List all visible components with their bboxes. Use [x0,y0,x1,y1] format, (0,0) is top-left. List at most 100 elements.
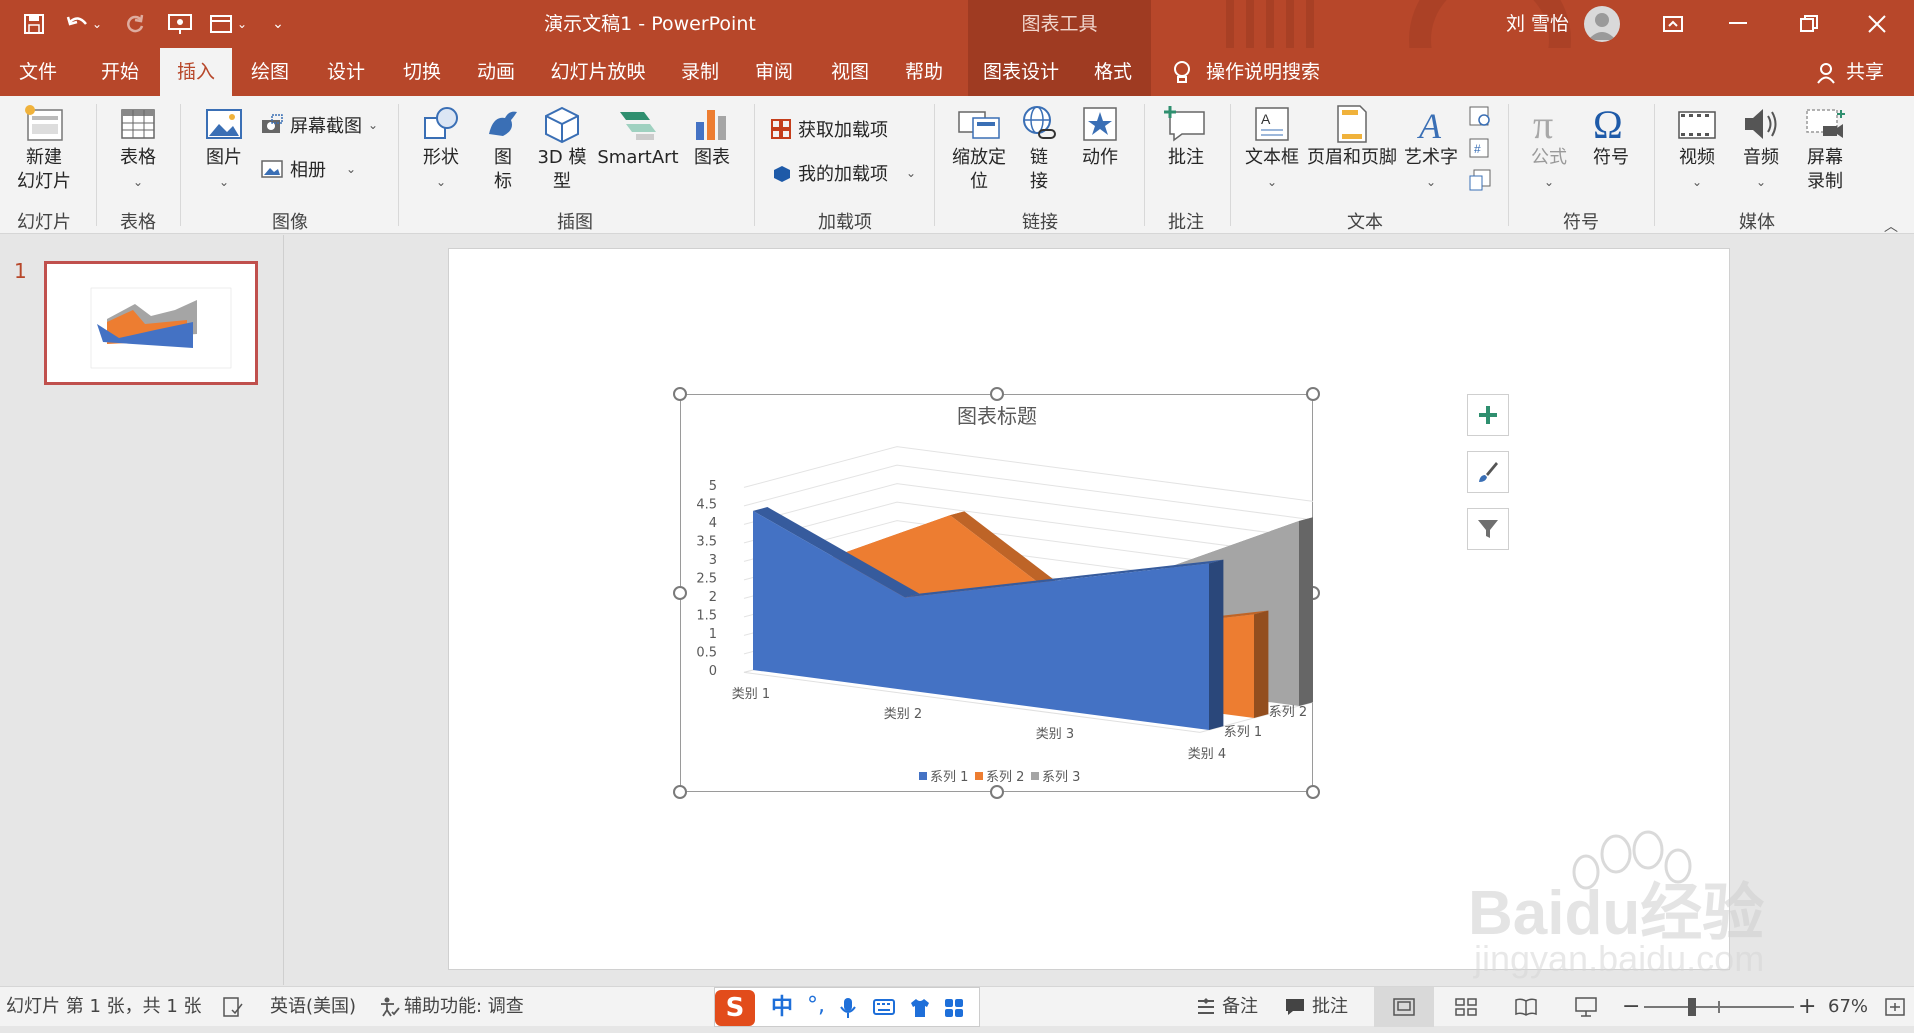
tell-me-search[interactable]: 操作说明搜索 [1206,48,1336,96]
skin-shirt-icon[interactable] [909,997,931,1024]
depth-axis-label: 系列 2 [1269,705,1307,720]
ime-toolbar[interactable]: S 中 °, [714,987,980,1027]
table-button[interactable]: 表格 ⌄ [108,104,168,194]
customize-qat-icon[interactable]: ⌄ [268,10,288,38]
zoom-out-button[interactable]: − [1622,987,1640,1027]
equation-button[interactable]: π 公式 ⌄ [1518,104,1580,194]
wordart-button[interactable]: A 艺术字 ⌄ [1400,104,1462,194]
tab-view[interactable]: 视图 [820,48,880,96]
comments-icon[interactable] [1284,987,1306,1027]
accessibility-icon[interactable] [378,987,400,1027]
3d-models-label: 3D 模 型 [537,147,587,192]
collapse-ribbon-icon[interactable]: ︿ [1884,216,1898,236]
area-chart-3d[interactable]: 0 0.5 1 1.5 2 2.5 3 3.5 4 4.5 5 类别 1 类别 2 类别 3 类别 4 系列 … [681,395,1313,792]
avatar[interactable] [1584,6,1620,42]
legend-swatch [919,772,927,780]
plus-icon [1479,406,1497,424]
textbox-label: 文本框 [1245,147,1299,168]
share-button[interactable]: 共享 [1840,48,1890,96]
header-footer-button[interactable]: 页眉和页脚 [1304,104,1400,170]
y-tick-label: 4 [709,516,717,531]
screen-recording-button[interactable]: 屏幕 录制 [1794,104,1856,194]
chart-elements-button[interactable] [1467,394,1509,436]
my-addins-button[interactable]: 我的加载项 ⌄ [770,160,916,186]
photo-album-button[interactable]: 相册 ⌄ [260,156,356,182]
comment-button[interactable]: 批注 [1156,104,1216,170]
tab-file[interactable]: 文件 [8,48,68,96]
save-icon[interactable] [18,10,50,38]
store-icon [771,119,791,139]
get-addins-button[interactable]: 获取加载项 [770,116,888,142]
smartart-button[interactable]: SmartArt [596,104,680,170]
ime-punctuation-icon[interactable]: °, [807,988,825,1024]
toolbox-grid-icon[interactable] [943,997,965,1024]
fit-slide-icon[interactable] [1884,987,1906,1027]
tab-insert[interactable]: 插入 [160,48,232,98]
zoom-in-button[interactable]: + [1798,987,1816,1027]
tab-record[interactable]: 录制 [670,48,730,96]
group-label-illustrations: 插图 [557,212,593,233]
tab-draw[interactable]: 绘图 [240,48,300,96]
tab-help[interactable]: 帮助 [894,48,954,96]
header-footer-icon [1337,105,1367,143]
ribbon-display-options-icon[interactable] [1656,10,1690,38]
symbol-button[interactable]: Ω 符号 [1580,104,1642,170]
zoom-slider-thumb[interactable] [1688,998,1696,1016]
undo-icon[interactable]: ⌄ [62,10,106,38]
tab-animations[interactable]: 动画 [466,48,526,96]
slideshow-button[interactable] [1574,987,1598,1027]
normal-view-button[interactable] [1374,987,1434,1027]
accessibility-status[interactable]: 辅助功能: 调查 [404,987,524,1027]
restore-icon[interactable] [1792,10,1826,38]
tab-format[interactable]: 格式 [1080,48,1146,96]
audio-button[interactable]: 音频 ⌄ [1730,104,1792,194]
new-slide-button[interactable]: 新建 幻灯片 [8,104,80,194]
chart-filters-button[interactable] [1467,508,1509,550]
user-name[interactable]: 刘 雪怡 [1506,10,1569,38]
textbox-button[interactable]: A 文本框 ⌄ [1240,104,1304,194]
3d-models-button[interactable]: 3D 模 型 [530,104,594,194]
date-time-icon[interactable] [1468,104,1492,133]
tab-slideshow[interactable]: 幻灯片放映 [540,48,656,96]
keyboard-icon[interactable] [873,998,895,1021]
area-end-cap [1254,610,1269,718]
close-icon[interactable] [1860,10,1894,38]
slide-thumbnail[interactable] [44,261,258,385]
minimize-icon[interactable] [1722,10,1756,38]
zoom-level[interactable]: 67% [1828,987,1868,1027]
reading-view-button[interactable] [1514,987,1538,1027]
link-button[interactable]: 链 接 [1016,104,1062,194]
symbol-label: 符号 [1593,147,1629,168]
layout-icon[interactable]: ⌄ [204,10,252,38]
zoom-button[interactable]: 缩放定 位 [944,104,1014,194]
screenshot-button[interactable]: 屏幕截图 ⌄ [260,112,378,138]
chart-styles-button[interactable] [1467,451,1509,493]
notes-button[interactable]: 备注 [1222,987,1258,1027]
paintbrush-icon [1479,462,1498,482]
share-icon[interactable] [1816,62,1836,89]
notes-icon[interactable] [1196,987,1216,1027]
object-icon[interactable] [1468,168,1492,197]
tab-transitions[interactable]: 切换 [392,48,452,96]
present-from-start-icon[interactable] [162,10,198,38]
icons-button[interactable]: 图 标 [478,104,528,194]
shapes-button[interactable]: 形状 ⌄ [410,104,472,194]
group-label-tables: 表格 [120,212,156,233]
redo-icon[interactable] [120,10,150,38]
comments-button[interactable]: 批注 [1312,987,1348,1027]
tab-review[interactable]: 审阅 [744,48,804,96]
tab-chart-design[interactable]: 图表设计 [976,48,1066,96]
microphone-icon[interactable] [839,997,857,1024]
spelling-icon[interactable] [222,987,244,1027]
tab-home[interactable]: 开始 [90,48,150,96]
picture-button[interactable]: 图片 ⌄ [196,104,252,194]
ime-mode[interactable]: 中 [771,988,793,1028]
video-button[interactable]: 视频 ⌄ [1666,104,1728,194]
language-status[interactable]: 英语(美国) [270,987,356,1027]
chart-button[interactable]: 图表 [682,104,742,170]
slide-sorter-button[interactable] [1454,987,1478,1027]
slide-count-status[interactable]: 幻灯片 第 1 张，共 1 张 [6,987,202,1027]
slide-number-icon[interactable]: # [1468,136,1492,165]
tab-design[interactable]: 设计 [316,48,376,96]
action-button[interactable]: 动作 [1070,104,1130,170]
